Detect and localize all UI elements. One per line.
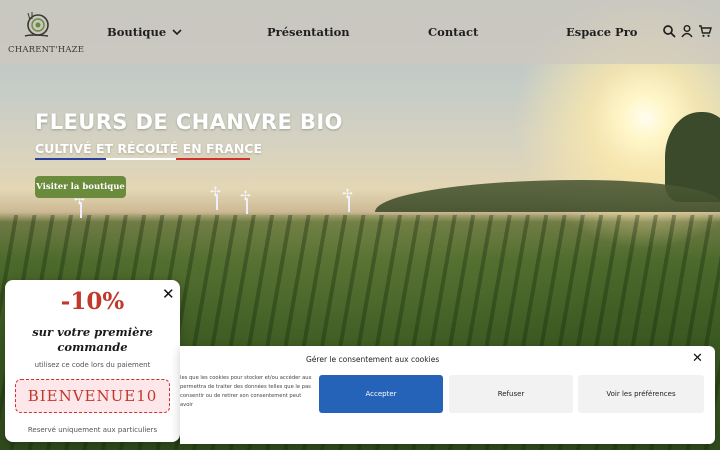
hero-title: Fleurs de chanvre bio — [35, 110, 343, 134]
hero-subtitle: Cultivé et récolté en France — [35, 141, 262, 156]
refuse-cookies-button[interactable]: Refuser — [449, 375, 573, 413]
cookie-title: Gérer le consentement aux cookies — [306, 355, 440, 364]
logo-text: CHARENT'HAZE — [8, 45, 85, 55]
nav-boutique-label: Boutique — [107, 25, 167, 39]
flag-underline-blue — [35, 158, 106, 160]
nav-espace-pro[interactable]: Espace Pro — [566, 25, 637, 39]
promo-discount: -10% — [60, 288, 125, 315]
wind-turbine — [342, 187, 356, 212]
cookie-text: les que les cookies pour stocker et/ou a… — [180, 375, 312, 408]
cookie-close-icon[interactable]: ✕ — [692, 351, 703, 366]
promo-line-1: sur votre première — [32, 325, 153, 339]
promo-line-2: commande — [57, 340, 128, 354]
promo-instruction: utilisez ce code lors du paiement — [34, 361, 151, 369]
hero-subtitle-part1: Cultivé et récolté — [35, 141, 183, 156]
hero-subtitle-part2: en France — [182, 141, 263, 156]
promo-code[interactable]: BIENVENUE10 — [15, 379, 170, 413]
nav-contact[interactable]: Contact — [428, 25, 478, 39]
promo-note: Reservé uniquement aux particuliers — [27, 426, 158, 434]
wind-turbine — [240, 189, 254, 214]
site-header: CHARENT'HAZE Boutique Présentation Conta… — [0, 0, 720, 64]
flag-underline-white — [106, 158, 176, 160]
nav-presentation[interactable]: Présentation — [267, 25, 350, 39]
snail-logo-icon — [24, 12, 49, 37]
wind-turbine — [210, 185, 224, 210]
chevron-down-icon — [172, 28, 182, 39]
promo-popup: ✕ -10% sur votre première commande utili… — [5, 280, 180, 442]
visit-shop-button[interactable]: Visiter la boutique — [35, 176, 126, 198]
flag-underline-red — [176, 158, 250, 160]
nav-boutique[interactable]: Boutique — [107, 25, 182, 39]
cookie-consent-banner: Gérer le consentement aux cookies ✕ les … — [180, 346, 715, 444]
user-icon[interactable] — [680, 24, 694, 38]
search-icon[interactable] — [662, 24, 676, 38]
wind-turbine — [74, 193, 88, 218]
site-logo[interactable]: CHARENT'HAZE — [6, 8, 84, 58]
cart-icon[interactable] — [698, 24, 712, 38]
hero-treeline — [375, 180, 720, 212]
cookie-preferences-button[interactable]: Voir les préférences — [578, 375, 704, 413]
accept-cookies-button[interactable]: Accepter — [319, 375, 443, 413]
